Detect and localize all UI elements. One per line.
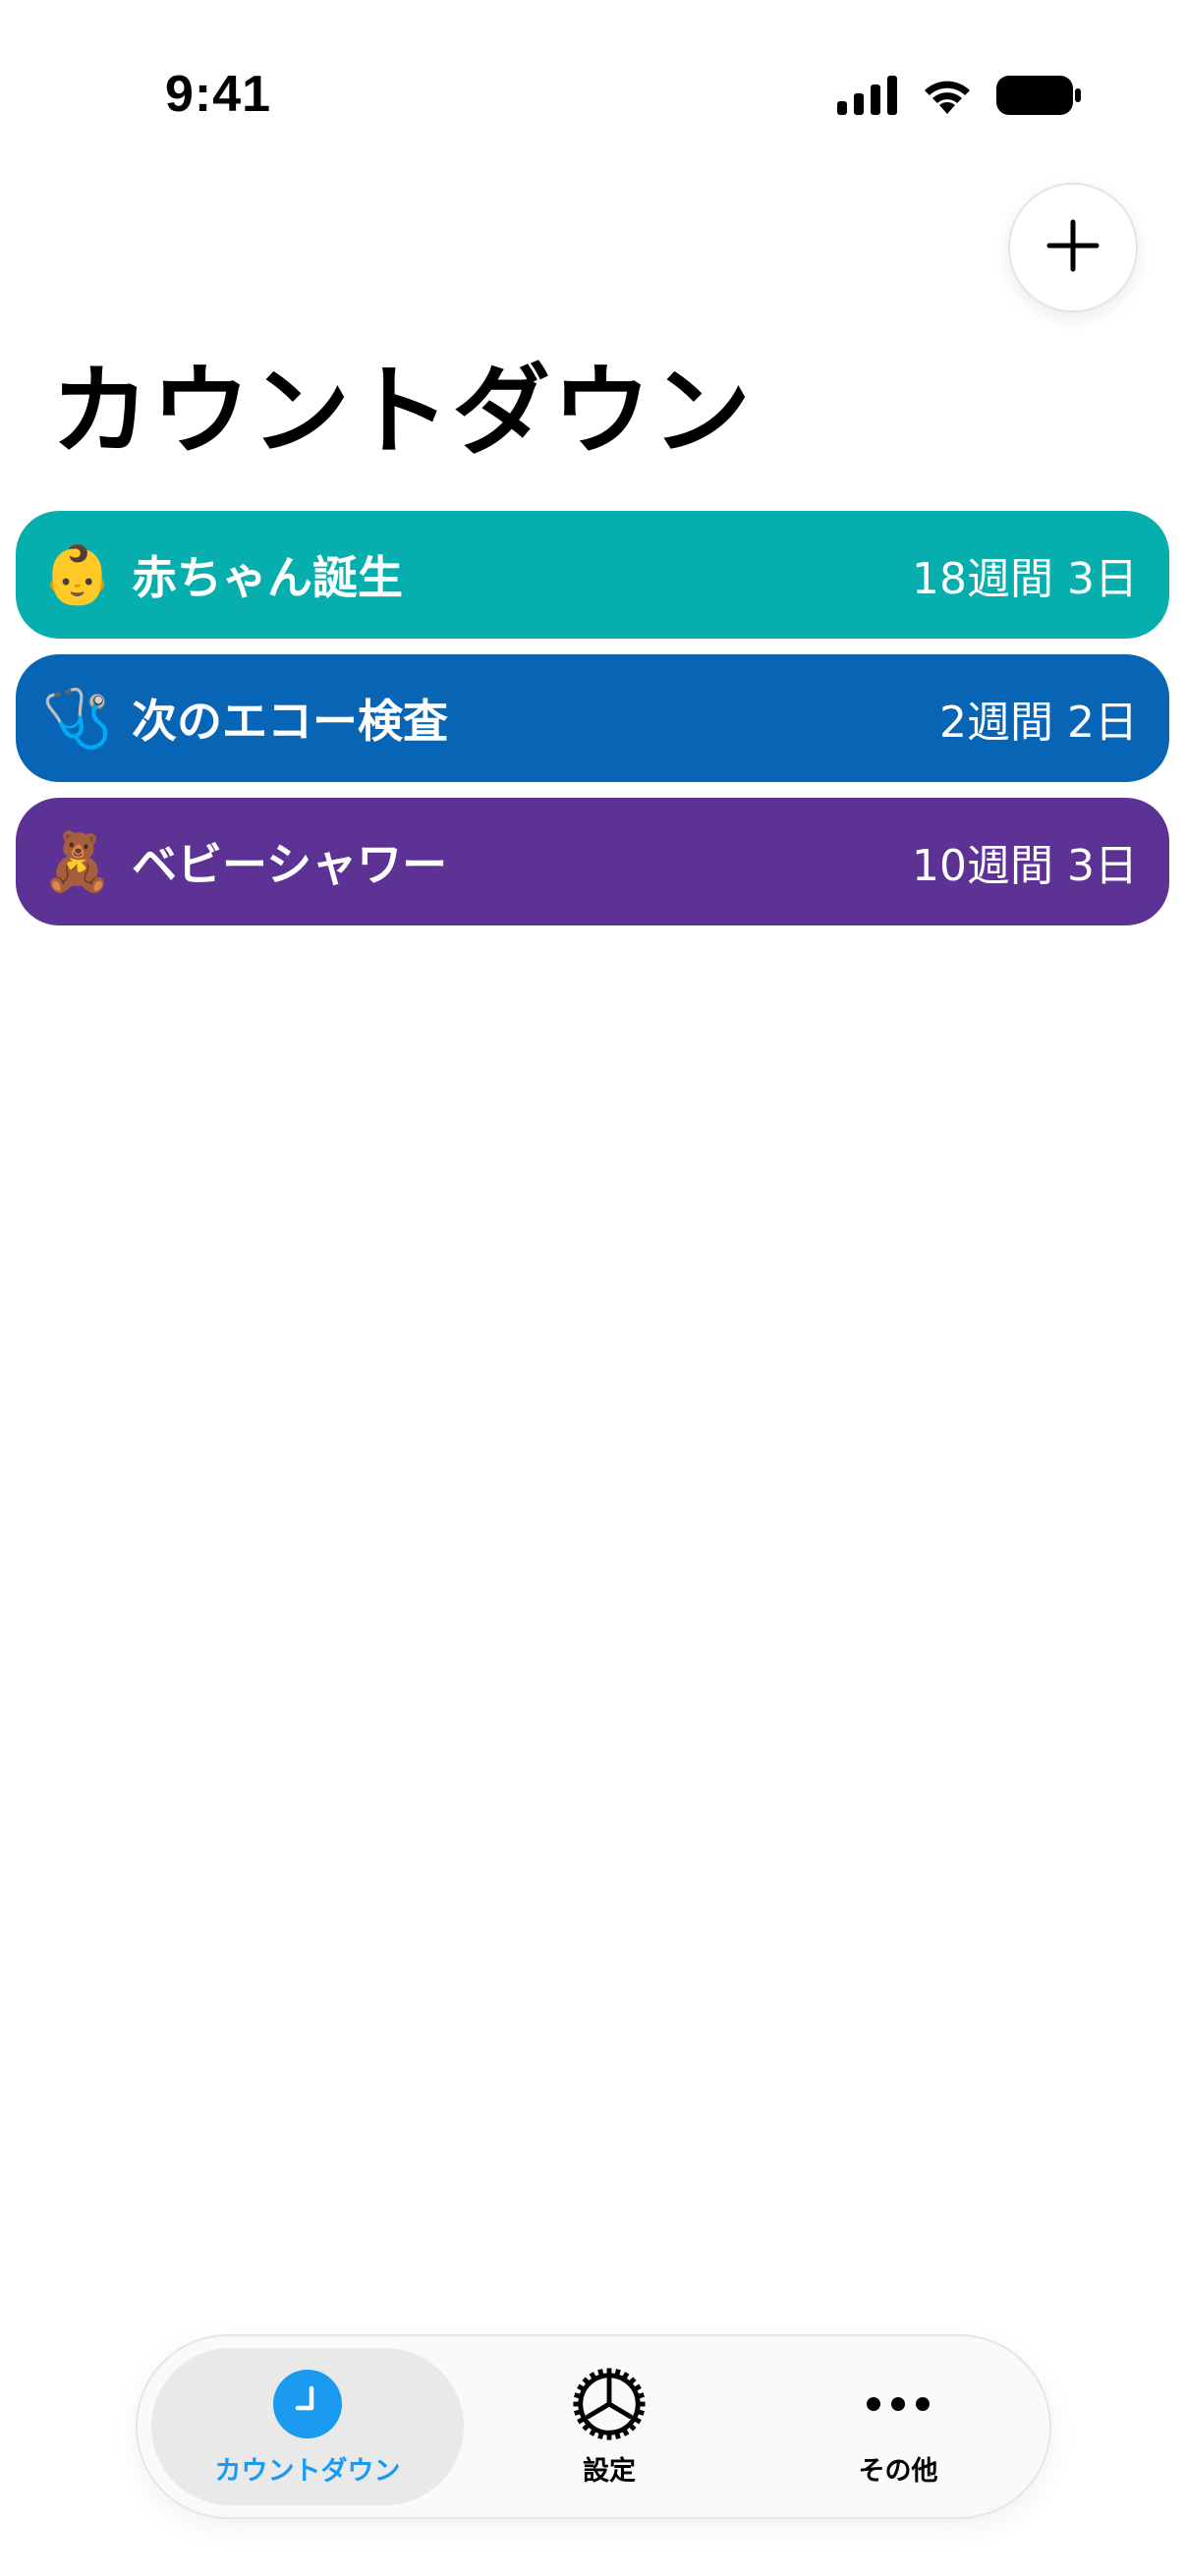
tab-label: カウントダウン [214,2455,401,2487]
countdown-item[interactable]: 🧸 ベビーシャワー 10週間 3日 [16,798,1169,925]
tab-label: 設定 [583,2455,636,2487]
plus-icon [1044,216,1102,279]
teddy-bear-icon: 🧸 [41,828,114,895]
countdown-label: 次のエコー検査 [132,695,448,748]
countdown-item[interactable]: 👶 赤ちゃん誕生 18週間 3日 [16,511,1169,639]
countdown-list: 👶 赤ちゃん誕生 18週間 3日 🩺 次のエコー検査 2週間 2日 🧸 ベビーシ… [16,511,1169,941]
stethoscope-icon: 🩺 [41,685,114,752]
tab-label: その他 [858,2455,938,2487]
tab-more[interactable]: その他 [780,2348,1016,2505]
wifi-icon [920,75,975,120]
ellipsis-icon [861,2367,935,2441]
countdown-remaining: 10週間 3日 [912,841,1138,891]
tab-settings[interactable]: 設定 [491,2348,727,2505]
cellular-signal-icon [837,76,898,119]
countdown-remaining: 2週間 2日 [939,698,1138,748]
status-bar: 9:41 [0,0,1185,187]
tab-bar: カウントダウン 設定 その他 [136,2334,1051,2519]
baby-icon: 👶 [41,541,114,608]
countdown-label: ベビーシャワー [132,838,448,891]
countdown-item[interactable]: 🩺 次のエコー検査 2週間 2日 [16,654,1169,782]
add-countdown-button[interactable] [1008,183,1138,312]
countdown-remaining: 18週間 3日 [912,554,1138,604]
tab-countdown[interactable]: カウントダウン [151,2348,464,2505]
countdown-label: 赤ちゃん誕生 [132,551,403,604]
status-icons [837,75,1081,120]
page-title: カウントダウン [51,354,753,469]
clock-icon [270,2367,345,2441]
battery-icon [996,76,1081,119]
gear-icon [572,2367,647,2441]
status-time: 9:41 [165,66,272,123]
